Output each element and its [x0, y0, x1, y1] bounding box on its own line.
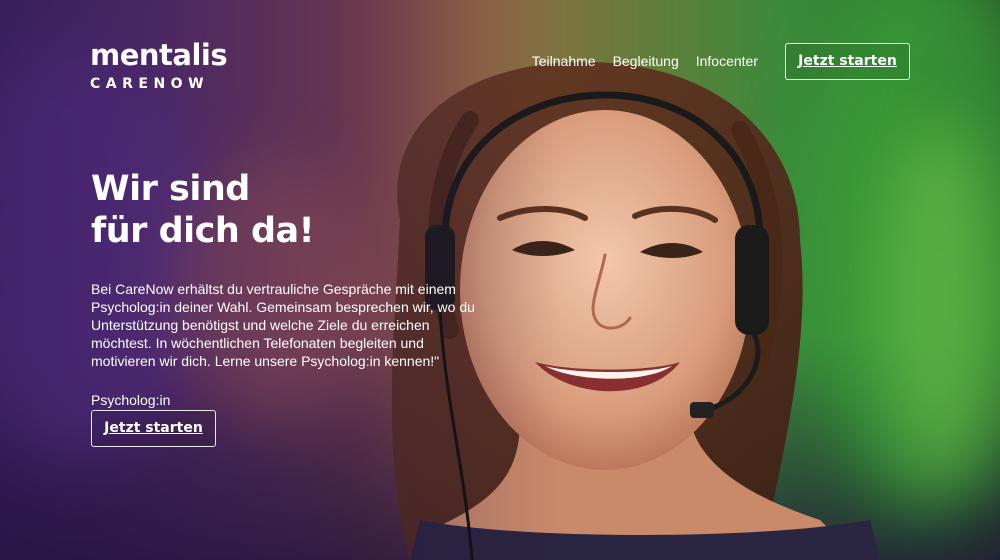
header-start-button[interactable]: Jetzt starten	[785, 43, 910, 80]
hero-description: Bei CareNow erhältst du vertrauliche Ges…	[91, 280, 531, 370]
hero-section: mentalis CARENOW Teilnahme Begleitung In…	[0, 0, 1000, 560]
brand-logo[interactable]: mentalis CARENOW	[90, 38, 228, 92]
hero-description-line-2: Psycholog:in deiner Wahl. Gemeinsam besp…	[91, 299, 475, 315]
hero-headline-line-2: für dich da!	[91, 211, 315, 251]
main-navigation: Teilnahme Begleitung Infocenter	[532, 53, 758, 69]
brand-name: mentalis	[90, 38, 228, 72]
hero-start-button[interactable]: Jetzt starten	[91, 410, 216, 447]
hero-headline: Wir sind für dich da!	[91, 168, 315, 252]
nav-link-infocenter[interactable]: Infocenter	[696, 53, 758, 69]
hero-headline-line-1: Wir sind	[91, 169, 250, 209]
hero-small-label: Psycholog:in	[91, 392, 171, 408]
hero-description-line-5: motivieren wir dich. Lerne unsere Psycho…	[91, 353, 440, 369]
brand-subname: CARENOW	[90, 76, 210, 92]
hero-description-line-3: Unterstützung benötigst und welche Ziele…	[91, 317, 430, 333]
hero-description-line-4: möchtest. In wöchentlichen Telefonaten b…	[91, 335, 424, 351]
nav-link-begleitung[interactable]: Begleitung	[613, 53, 679, 69]
nav-link-teilnahme[interactable]: Teilnahme	[532, 53, 596, 69]
hero-description-line-1: Bei CareNow erhältst du vertrauliche Ges…	[91, 281, 456, 297]
